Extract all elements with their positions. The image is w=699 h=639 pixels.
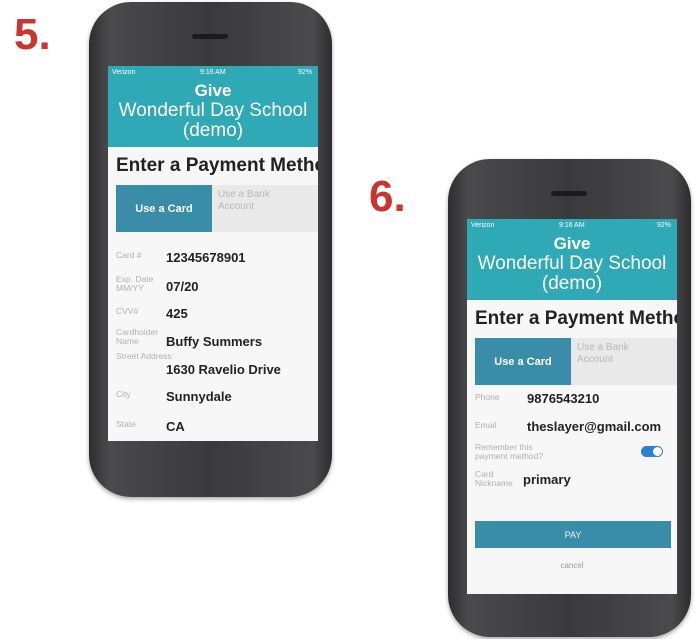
field-label: Phone [475, 392, 500, 402]
phone-step-6: Verizon 9:16 AM 92% Give Wonderful Day S… [448, 159, 691, 637]
card-number-field[interactable]: 12345678901 [166, 250, 246, 265]
tab-use-bank[interactable]: Use a Bank Account [571, 338, 677, 385]
carrier-label: Verizon [471, 222, 495, 229]
tab-use-card[interactable]: Use a Card [475, 338, 571, 385]
field-label: Email [475, 420, 497, 430]
status-bar: Verizon 9:16 AM 92% [108, 66, 318, 79]
app-header: Give Wonderful Day School (demo) [467, 232, 677, 300]
field-label: City [116, 389, 131, 399]
field-label: Remember this payment method? [475, 442, 544, 461]
app-header: Give Wonderful Day School (demo) [108, 79, 318, 147]
state-field[interactable]: CA [166, 419, 185, 434]
tab-use-bank[interactable]: Use a Bank Account [212, 185, 318, 232]
tab-bank-line1: Use a Bank [218, 189, 270, 200]
step-number-6: 6. [369, 172, 406, 221]
field-label: CVV# [116, 306, 139, 316]
email-field[interactable]: theslayer@gmail.com [527, 419, 661, 434]
give-title: Give [194, 81, 232, 100]
phone-step-5: Verizon 9:16 AM 92% Give Wonderful Day S… [89, 2, 332, 497]
cardholder-name-field[interactable]: Buffy Summers [166, 334, 262, 349]
org-demo-label: (demo) [541, 273, 603, 294]
payment-tabs: Use a Card Use a Bank Account [467, 338, 677, 385]
phone-screen: Verizon 9:16 AM 92% Give Wonderful Day S… [467, 219, 677, 594]
payment-tabs: Use a Card Use a Bank Account [108, 185, 318, 232]
field-label: Card # [116, 250, 142, 260]
status-bar: Verizon 9:16 AM 92% [467, 219, 677, 232]
nickname-field[interactable]: primary [523, 472, 571, 487]
step-number-5: 5. [14, 10, 51, 59]
speaker-icon [192, 34, 228, 39]
remember-toggle[interactable] [641, 446, 663, 457]
tab-bank-line1: Use a Bank [577, 342, 629, 353]
carrier-label: Verizon [112, 69, 136, 76]
clock-label: 9:16 AM [559, 222, 585, 229]
field-label: Street Address [116, 351, 172, 361]
street-address-field[interactable]: 1630 Ravelio Drive [166, 362, 281, 377]
field-label: Cardholder Name [116, 327, 159, 346]
page-title: Enter a Payment Method [475, 308, 677, 329]
phone-field[interactable]: 9876543210 [527, 391, 599, 406]
cancel-link[interactable]: cancel [467, 561, 677, 570]
field-label: State [116, 419, 136, 429]
tab-bank-line2: Account [577, 354, 614, 365]
city-field[interactable]: Sunnydale [166, 389, 232, 404]
org-name: Wonderful Day School [477, 253, 667, 274]
org-name: Wonderful Day School [118, 100, 308, 121]
battery-label: 92% [297, 69, 312, 76]
pay-button[interactable]: PAY [475, 521, 671, 548]
field-label: Exp. Date MM/YY [116, 274, 154, 293]
cvv-field[interactable]: 425 [166, 306, 188, 321]
tab-use-card[interactable]: Use a Card [116, 185, 212, 232]
give-title: Give [553, 234, 591, 253]
field-label: Card Nickname [475, 469, 513, 488]
page-title: Enter a Payment Method [116, 155, 318, 176]
phone-screen: Verizon 9:16 AM 92% Give Wonderful Day S… [108, 66, 318, 441]
exp-date-field[interactable]: 07/20 [166, 279, 199, 294]
speaker-icon [551, 191, 587, 196]
org-demo-label: (demo) [182, 120, 244, 141]
clock-label: 9:16 AM [200, 69, 226, 76]
battery-label: 92% [656, 222, 671, 229]
tab-bank-line2: Account [218, 201, 255, 212]
